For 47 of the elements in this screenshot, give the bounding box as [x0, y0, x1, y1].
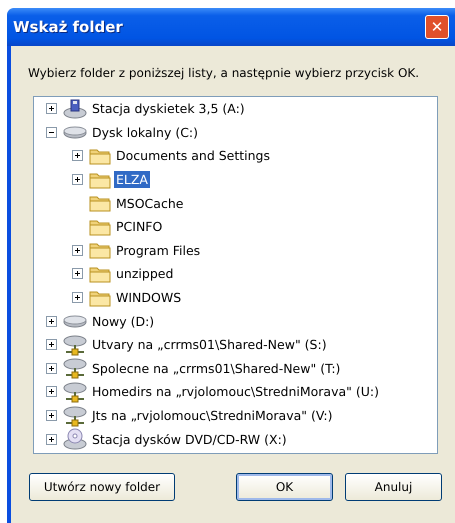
folder-icon — [89, 218, 111, 236]
network-drive-icon — [63, 357, 87, 380]
tree-item[interactable]: Program Files — [114, 242, 202, 259]
tree-item[interactable]: Documents and Settings — [114, 147, 272, 164]
cancel-button[interactable]: Anuluj — [345, 473, 442, 501]
tree-item[interactable]: ELZA — [114, 171, 150, 188]
expand-icon[interactable] — [46, 362, 57, 374]
tree-item[interactable]: PCINFO — [114, 218, 164, 236]
expand-icon[interactable] — [46, 316, 57, 327]
folder-icon — [89, 194, 111, 212]
network-drive-icon — [63, 404, 87, 427]
tree-item[interactable]: unzipped — [114, 265, 176, 282]
instruction-text: Wybierz folder z poniższej listy, a następnie wybierz przycisk OK. — [28, 66, 420, 80]
folder-icon — [89, 170, 111, 189]
network-drive-icon — [63, 380, 87, 403]
tree-item[interactable]: WINDOWS — [114, 289, 184, 306]
expand-icon[interactable] — [46, 434, 57, 445]
expand-icon[interactable] — [46, 103, 57, 114]
folder-icon — [89, 146, 111, 165]
floppy-drive-icon — [63, 98, 87, 119]
folder-icon — [89, 288, 111, 307]
expand-icon[interactable] — [72, 244, 83, 256]
tree-item[interactable]: Nowy (D:) — [90, 312, 156, 330]
expand-icon[interactable] — [72, 150, 83, 162]
expand-icon[interactable] — [72, 268, 83, 280]
expand-icon[interactable] — [46, 386, 57, 398]
cd-drive-icon — [63, 428, 87, 450]
close-button[interactable]: ✕ — [425, 15, 449, 39]
tree-item[interactable]: Homedirs na „rvjolomouc\StredniMorava" (U:) — [90, 383, 381, 400]
expand-icon[interactable] — [46, 339, 57, 350]
window-title: Wskaż folder — [13, 18, 124, 36]
folder-icon — [89, 264, 111, 283]
tree-item[interactable]: Utvary na „crrms01\Shared-New" (S:) — [90, 336, 329, 354]
tree-item[interactable]: Stacja dysków DVD/CD-RW (X:) — [90, 430, 289, 448]
expand-icon[interactable] — [72, 174, 83, 186]
tree-item[interactable]: MSOCache — [114, 194, 186, 212]
collapse-icon[interactable] — [46, 126, 57, 138]
ok-button[interactable]: OK — [236, 473, 333, 501]
folder-icon — [89, 241, 111, 260]
tree-item[interactable]: Spolecne na „crrms01\Shared-New" (T:) — [90, 360, 342, 377]
tree-item[interactable]: Jts na „rvjolomouc\StredniMorava" (V:) — [90, 407, 334, 424]
tree-item[interactable]: Stacja dyskietek 3,5 (A:) — [90, 100, 247, 118]
expand-icon[interactable] — [46, 410, 57, 422]
expand-icon[interactable] — [72, 292, 83, 304]
new-folder-button[interactable]: Utwórz nowy folder — [29, 473, 175, 501]
tree-item[interactable]: Dysk lokalny (C:) — [90, 124, 200, 141]
network-drive-icon — [63, 334, 87, 356]
